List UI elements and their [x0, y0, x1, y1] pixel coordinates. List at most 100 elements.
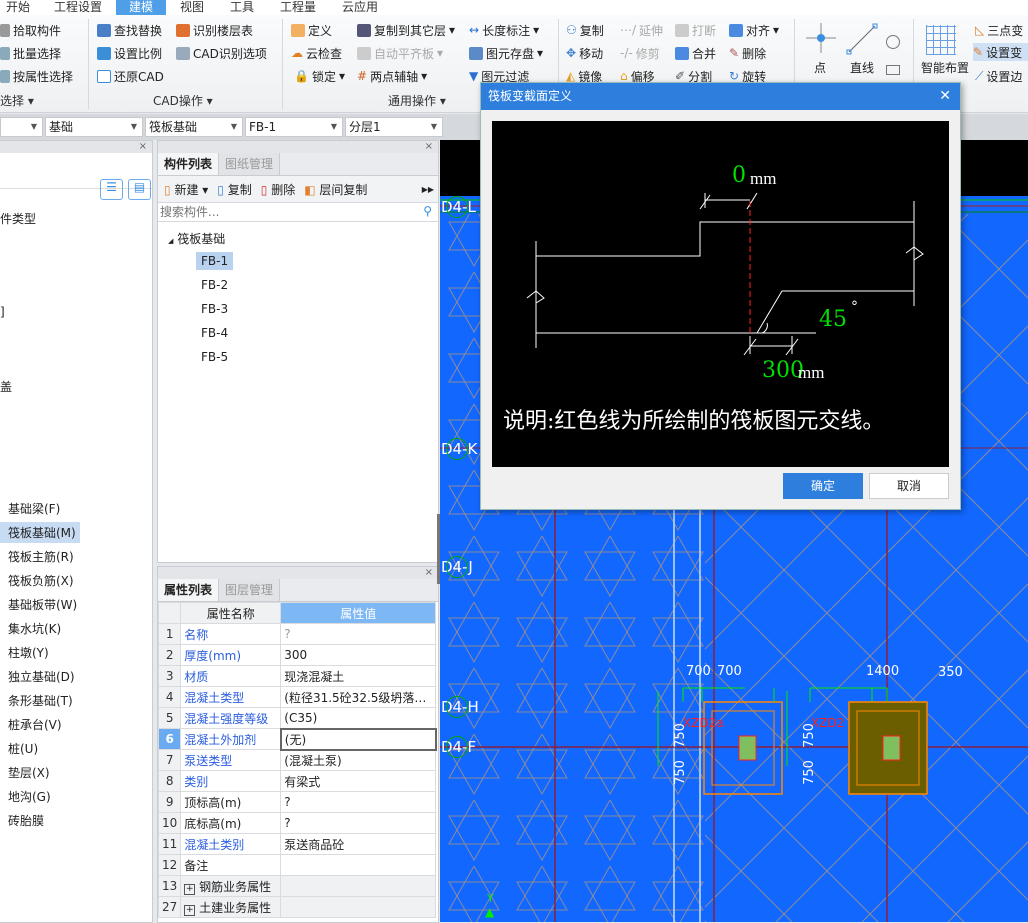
ok-button[interactable]: 确定 — [783, 473, 863, 499]
search-input[interactable] — [158, 203, 438, 221]
property-value[interactable]: (粒径31.5砼32.5级坍落度... — [280, 686, 437, 708]
copy-to-other-floor-button[interactable]: 复制到其它层 ▾ — [357, 21, 455, 39]
search-icon[interactable]: ⚲ — [423, 204, 432, 218]
trim-button[interactable]: -/- 修剪 — [620, 44, 660, 62]
delete-button[interactable]: ▯ 删除 — [261, 181, 295, 198]
type-select[interactable]: 筏板基础 ▼ — [145, 117, 243, 137]
circle-tool-icon[interactable] — [886, 35, 900, 49]
restore-cad-button[interactable]: 还原CAD — [97, 67, 164, 85]
property-value[interactable]: (无) — [279, 727, 437, 751]
align-button[interactable]: 对齐 ▾ — [729, 21, 779, 39]
line-tool-icon[interactable] — [846, 23, 878, 55]
pick-component-button[interactable]: 拾取构件 — [0, 21, 61, 39]
property-value[interactable]: (C35) — [280, 707, 437, 729]
property-group[interactable]: + 土建业务属性 — [180, 896, 282, 918]
layer-select[interactable]: 分层1 ▼ — [345, 117, 443, 137]
property-row[interactable]: 12 备注 — [157, 854, 437, 876]
tab-quantity[interactable]: 工程量 — [274, 0, 322, 15]
save-element-button[interactable]: 图元存盘 ▾ — [469, 44, 543, 62]
point-tool-label[interactable]: 点 — [814, 59, 826, 76]
smart-layout-label[interactable]: 智能布置 — [921, 59, 969, 76]
property-row[interactable]: 6 混凝土外加剂 (无) — [157, 727, 437, 751]
find-replace-button[interactable]: 查找替换 — [97, 21, 162, 39]
tab-cloud[interactable]: 云应用 — [336, 0, 384, 15]
sidebar-item[interactable]: 筏板基础(M) — [0, 522, 80, 543]
auto-align-slab-button[interactable]: 自动平齐板 ▾ — [357, 44, 443, 62]
property-group[interactable]: + 钢筋业务属性 — [180, 875, 282, 897]
property-value[interactable]: 泵送商品砼 — [280, 833, 437, 855]
list-view-icon[interactable]: ☰ — [100, 179, 123, 200]
sidebar-item[interactable]: 砖胎膜 — [0, 810, 48, 831]
close-icon[interactable]: × — [158, 567, 438, 579]
batch-select-button[interactable]: 批量选择 — [0, 44, 61, 62]
sidebar-item[interactable]: 桩(U) — [0, 738, 42, 759]
lock-button[interactable]: 🔒 锁定 ▾ — [294, 67, 345, 85]
sidebar-item[interactable]: 桩承台(V) — [0, 714, 66, 735]
delete-button[interactable]: ✎ 删除 — [729, 44, 766, 62]
component-item[interactable]: FB-3 — [196, 300, 233, 318]
property-row[interactable]: 13 + 钢筋业务属性 — [157, 875, 437, 897]
set-edge-button[interactable]: ⟋ 设置边 — [975, 67, 1022, 85]
property-row[interactable]: 5 混凝土强度等级 (C35) — [157, 707, 437, 729]
window-view-icon[interactable]: ▤ — [128, 179, 151, 200]
smart-layout-icon[interactable] — [926, 25, 956, 55]
property-value[interactable]: 300 — [280, 644, 437, 666]
two-point-axis-button[interactable]: # 两点辅轴 ▾ — [357, 67, 427, 85]
sidebar-item[interactable]: 基础板带(W) — [0, 594, 81, 615]
tree-root[interactable]: ◢ 筏板基础 — [168, 230, 225, 247]
property-value[interactable]: ? — [280, 791, 437, 813]
line-tool-label[interactable]: 直线 — [850, 59, 874, 76]
sidebar-item[interactable]: 基础梁(F) — [0, 498, 64, 519]
copy-button[interactable]: ⚇ 复制 — [566, 21, 604, 39]
floor-copy-button[interactable]: ◧ 层间复制 — [304, 181, 367, 198]
tree-item[interactable]: 盖 — [0, 378, 12, 395]
tab-start[interactable]: 开始 — [0, 0, 36, 15]
property-row[interactable]: 10 底标高(m)? — [157, 812, 437, 834]
property-value[interactable] — [280, 854, 437, 876]
rect-tool-icon[interactable] — [886, 65, 900, 75]
tree-item[interactable]: ] — [0, 305, 5, 319]
close-icon[interactable]: × — [0, 141, 152, 153]
identify-floor-table-button[interactable]: 识别楼层表 — [176, 21, 253, 39]
floor-select[interactable]: ▼ — [0, 117, 43, 137]
more-icon[interactable]: ▶▶ — [422, 185, 434, 194]
property-value[interactable]: 现浇混凝土 — [280, 665, 437, 687]
set-variable-button[interactable]: ✎ 设置变 — [973, 43, 1028, 61]
cloud-check-button[interactable]: ☁ 云检查 — [291, 44, 342, 62]
tab-layer-management[interactable]: 图层管理 — [219, 579, 281, 601]
component-item[interactable]: FB-1 — [196, 252, 234, 270]
sidebar-item[interactable]: 柱墩(Y) — [0, 642, 53, 663]
group-cad-label[interactable]: CAD操作 ▾ — [153, 92, 213, 109]
property-row[interactable]: 3 材质 现浇混凝土 — [157, 665, 437, 687]
tab-project-settings[interactable]: 工程设置 — [48, 0, 108, 15]
point-tool-icon[interactable] — [806, 23, 836, 53]
tab-modeling[interactable]: 建模 — [116, 0, 166, 15]
tab-property-list[interactable]: 属性列表 — [158, 579, 220, 601]
property-row[interactable]: 7 泵送类型 (混凝土泵) — [157, 749, 437, 771]
sidebar-item[interactable]: 集水坑(K) — [0, 618, 65, 639]
merge-button[interactable]: 合并 — [675, 44, 716, 62]
property-row[interactable]: 27 + 土建业务属性 — [157, 896, 437, 918]
property-row[interactable]: 4 混凝土类型 (粒径31.5砼32.5级坍落度... — [157, 686, 437, 708]
sidebar-item[interactable]: 地沟(G) — [0, 786, 55, 807]
property-row[interactable]: 1 名称? — [157, 623, 437, 645]
cad-options-button[interactable]: CAD识别选项 — [176, 44, 267, 62]
close-icon[interactable]: ✕ — [939, 83, 951, 110]
category-select[interactable]: 基础 ▼ — [45, 117, 143, 137]
sidebar-item[interactable]: 条形基础(T) — [0, 690, 77, 711]
sidebar-item[interactable]: 垫层(X) — [0, 762, 54, 783]
tab-tools[interactable]: 工具 — [224, 0, 260, 15]
extend-button[interactable]: ⋯/延伸 — [620, 21, 663, 39]
set-scale-button[interactable]: 设置比例 — [97, 44, 162, 62]
sidebar-item[interactable]: 独立基础(D) — [0, 666, 79, 687]
sidebar-item[interactable]: 筏板负筋(X) — [0, 570, 78, 591]
break-button[interactable]: 打断 — [675, 21, 716, 39]
property-value[interactable]: (混凝土泵) — [280, 749, 437, 771]
component-item[interactable]: FB-5 — [196, 348, 233, 366]
component-item[interactable]: FB-2 — [196, 276, 233, 294]
property-row[interactable]: 9 顶标高(m)? — [157, 791, 437, 813]
property-row[interactable]: 8 类别 有梁式 — [157, 770, 437, 792]
cancel-button[interactable]: 取消 — [869, 473, 949, 499]
group-select-label[interactable]: 选择 ▾ — [0, 92, 34, 109]
property-value[interactable]: ? — [280, 812, 437, 834]
